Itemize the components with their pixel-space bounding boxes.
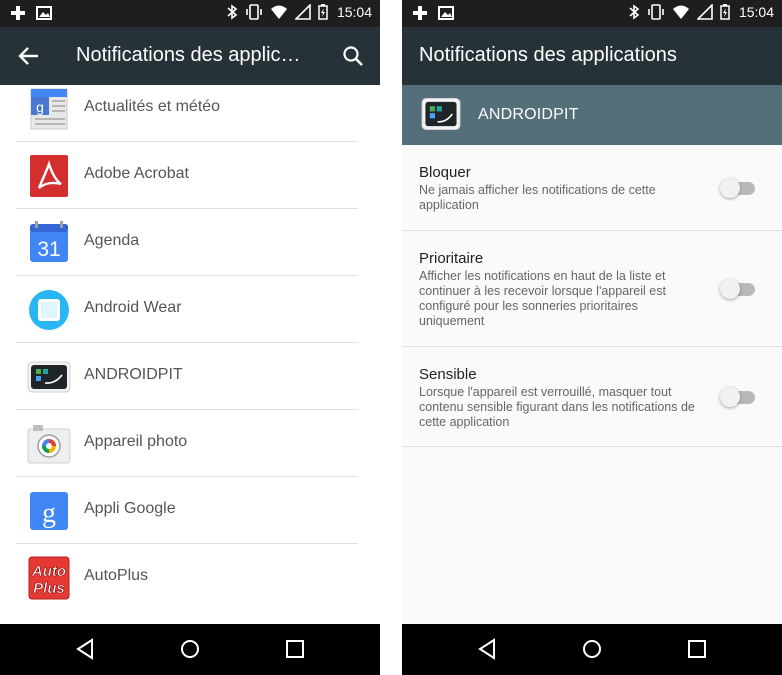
google-app-icon: g [30, 492, 68, 530]
gamepad-icon [11, 6, 25, 20]
list-item-label: Android Wear [84, 299, 182, 316]
wifi-icon [672, 5, 689, 19]
status-bar: 15:04 [0, 0, 380, 27]
app-bar: Notifications des applic… [0, 27, 380, 85]
battery-icon [720, 4, 730, 20]
list-item-androidpit[interactable]: ANDROIDPIT [16, 343, 358, 410]
clock: 15:04 [336, 4, 372, 20]
app-header: ANDROIDPIT [402, 85, 782, 145]
battery-icon [318, 4, 328, 20]
bluetooth-icon [629, 4, 640, 20]
list-item-label: Appli Google [84, 500, 176, 517]
news-weather-icon: g [30, 88, 68, 130]
app-list: g Actualités et météo Adobe Acrobat 31 A… [0, 85, 380, 624]
svg-text:g: g [36, 99, 44, 115]
image-icon [36, 6, 52, 20]
bloquer-toggle[interactable] [720, 178, 755, 198]
list-item-label: Appareil photo [84, 433, 188, 450]
list-item-appli-google[interactable]: g Appli Google [16, 477, 358, 544]
notification-settings-list: Bloquer Ne jamais afficher les notificat… [402, 145, 782, 624]
svg-text:Auto: Auto [31, 563, 66, 580]
setting-sensible[interactable]: Sensible Lorsque l'appareil est verrouil… [402, 347, 782, 447]
back-nav-icon[interactable] [476, 638, 498, 660]
setting-description: Ne jamais afficher les notifications de … [419, 183, 656, 212]
setting-description: Lorsque l'appareil est verrouillé, masqu… [419, 385, 695, 429]
home-nav-icon[interactable] [179, 638, 201, 660]
list-item-label: Actualités et météo [84, 98, 221, 115]
signal-icon [696, 4, 713, 20]
setting-prioritaire[interactable]: Prioritaire Afficher les notifications e… [402, 231, 782, 347]
calendar-icon: 31 [30, 221, 68, 262]
list-item-label: Adobe Acrobat [84, 165, 189, 182]
search-icon[interactable] [342, 45, 364, 67]
setting-bloquer[interactable]: Bloquer Ne jamais afficher les notificat… [402, 145, 782, 231]
app-list-screen: 15:04 Notifications des applic… g Actual… [0, 0, 380, 675]
setting-title: Sensible [419, 366, 477, 383]
recents-nav-icon[interactable] [686, 638, 708, 660]
adobe-acrobat-icon [30, 155, 68, 197]
navigation-bar [0, 624, 380, 675]
list-item-label: AutoPlus [84, 567, 149, 584]
setting-description: Afficher les notifications en haut de la… [419, 269, 666, 328]
androidpit-icon [27, 361, 71, 393]
autoplus-icon: AutoPlus [28, 556, 70, 600]
page-title: Notifications des applic… [76, 44, 301, 66]
setting-title: Bloquer [419, 164, 471, 181]
svg-text:Plus: Plus [33, 580, 65, 597]
list-item-label: ANDROIDPIT [84, 366, 183, 383]
app-name: ANDROIDPIT [478, 106, 579, 123]
clock: 15:04 [738, 4, 774, 20]
setting-title: Prioritaire [419, 250, 484, 267]
signal-icon [294, 4, 311, 20]
prioritaire-toggle[interactable] [720, 279, 755, 299]
list-item-agenda[interactable]: 31 Agenda [16, 209, 358, 276]
svg-text:g: g [42, 498, 56, 529]
list-item-autoplus[interactable]: Auto Plus AutoPlus [16, 544, 358, 611]
list-item-appareil-photo[interactable]: Appareil photo [16, 410, 358, 477]
list-item-label: Agenda [84, 232, 140, 249]
camera-icon [27, 425, 71, 464]
app-bar: Notifications des applications [402, 27, 782, 85]
status-bar: 15:04 [402, 0, 782, 27]
sensible-toggle[interactable] [720, 387, 755, 407]
list-item-actualites[interactable]: g Actualités et météo [16, 85, 358, 142]
gamepad-icon [413, 6, 427, 20]
recents-nav-icon[interactable] [284, 638, 306, 660]
svg-text:31: 31 [37, 238, 60, 261]
app-notification-settings-screen: 15:04 Notifications des applications AND… [402, 0, 782, 675]
page-title: Notifications des applications [419, 44, 677, 66]
androidpit-icon [421, 98, 461, 130]
list-item-android-wear[interactable]: Android Wear [16, 276, 358, 343]
image-icon [438, 6, 454, 20]
back-nav-icon[interactable] [74, 638, 96, 660]
wifi-icon [270, 5, 287, 19]
android-wear-icon [29, 290, 69, 330]
list-item-adobe-acrobat[interactable]: Adobe Acrobat [16, 142, 358, 209]
vibrate-icon [246, 4, 262, 20]
home-nav-icon[interactable] [581, 638, 603, 660]
navigation-bar [402, 624, 782, 675]
vibrate-icon [648, 4, 664, 20]
back-arrow-icon[interactable] [18, 45, 40, 67]
bluetooth-icon [227, 4, 238, 20]
